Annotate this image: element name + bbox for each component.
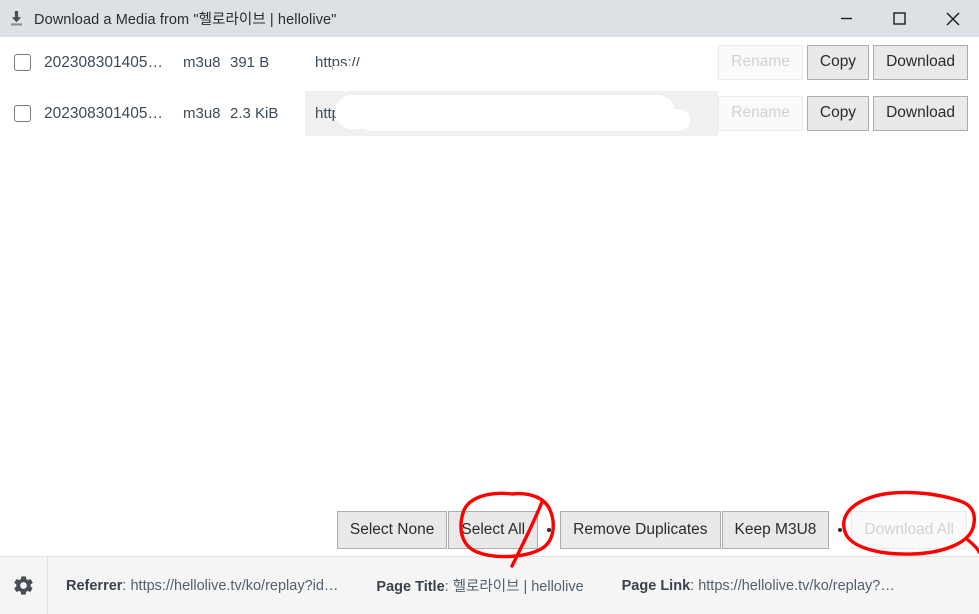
status-page-title[interactable]: Page Title: 헬로라이브 | hellolive (376, 575, 583, 596)
titlebar: Download a Media from "헬로라이브 | hellolive… (0, 0, 979, 37)
rename-button: Rename (718, 45, 803, 80)
window-title: Download a Media from "헬로라이브 | hellolive… (34, 12, 337, 28)
download-all-button: Download All (851, 511, 967, 549)
file-url[interactable]: https:// (305, 40, 719, 85)
row-actions: Rename Copy Download (718, 45, 979, 80)
row-checkbox-cell (0, 54, 44, 71)
remove-duplicates-button[interactable]: Remove Duplicates (560, 511, 721, 549)
row-checkbox[interactable] (13, 105, 31, 122)
file-size: 391 B (230, 54, 270, 71)
file-url-text: https:// (315, 54, 361, 71)
redaction-mask (335, 95, 675, 129)
copy-button[interactable]: Copy (806, 45, 870, 80)
file-name: 202308301405… (44, 53, 163, 71)
status-page-link-label: Page Link (621, 577, 691, 594)
settings-button[interactable] (0, 574, 47, 597)
minimize-icon (841, 17, 852, 20)
row-checkbox-cell (0, 105, 44, 122)
redaction-mask (555, 53, 719, 67)
filter-group: Remove Duplicates Keep M3U8 (560, 511, 830, 549)
copy-button[interactable]: Copy (806, 96, 870, 131)
gear-icon (14, 576, 33, 595)
select-all-button[interactable]: Select All (448, 511, 539, 549)
download-icon (5, 8, 27, 30)
table-row[interactable]: 202308301405… m3u8 391 B https:// Rename… (0, 37, 979, 88)
redaction-mask (360, 109, 690, 131)
selection-group: Select None Select All (336, 511, 539, 549)
file-url[interactable]: https:// (305, 91, 719, 136)
close-icon (946, 12, 959, 25)
download-group: Download All (851, 511, 967, 549)
table-row[interactable]: 202308301405… m3u8 2.3 KiB https:// Rena… (0, 88, 979, 139)
status-referrer-label: Referrer (66, 577, 123, 594)
download-media-window: Download a Media from "헬로라이브 | hellolive… (0, 0, 979, 614)
download-button[interactable]: Download (873, 96, 968, 131)
status-referrer-value: : https://hellolive.tv/ko/replay?id… (122, 577, 339, 594)
media-list: 202308301405… m3u8 391 B https:// Rename… (0, 37, 979, 504)
status-page-title-value: : 헬로라이브 | hellolive (444, 579, 584, 595)
status-page-title-label: Page Title (376, 579, 445, 595)
close-button[interactable] (926, 0, 979, 37)
status-page-link[interactable]: Page Link: https://hellolive.tv/ko/repla… (622, 578, 895, 594)
redaction-mask (333, 40, 719, 57)
file-name: 202308301405… (44, 104, 163, 122)
file-type: m3u8 (183, 105, 221, 122)
download-button[interactable]: Download (873, 45, 968, 80)
status-items: Referrer: https://hellolive.tv/ko/replay… (48, 575, 979, 596)
redaction-mask (455, 53, 540, 67)
maximize-button[interactable] (873, 0, 926, 37)
status-referrer[interactable]: Referrer: https://hellolive.tv/ko/replay… (66, 578, 338, 594)
rename-button: Rename (718, 96, 803, 131)
window-controls (820, 0, 979, 37)
separator-dot (838, 528, 843, 532)
status-page-link-value: : https://hellolive.tv/ko/replay?… (690, 577, 895, 594)
separator-dot (547, 528, 552, 532)
file-url-text: https:// (315, 105, 361, 122)
minimize-button[interactable] (820, 0, 873, 37)
bottom-toolbar: Select None Select All Remove Duplicates… (0, 504, 979, 556)
row-actions: Rename Copy Download (718, 96, 979, 131)
redaction-mask (333, 66, 719, 85)
statusbar: Referrer: https://hellolive.tv/ko/replay… (0, 556, 979, 614)
select-none-button[interactable]: Select None (336, 511, 448, 549)
row-checkbox[interactable] (13, 54, 31, 71)
file-type: m3u8 (183, 54, 221, 71)
file-size: 2.3 KiB (230, 105, 279, 122)
maximize-icon (893, 12, 906, 25)
keep-m3u8-button[interactable]: Keep M3U8 (721, 511, 830, 549)
